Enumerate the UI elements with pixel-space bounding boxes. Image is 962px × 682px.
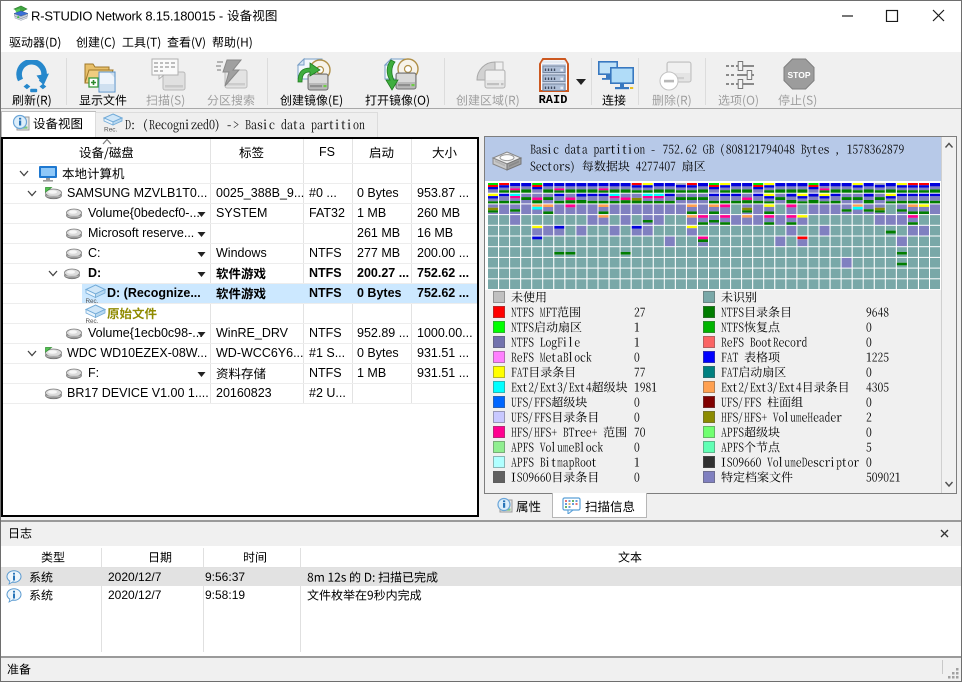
svg-text:Rec.: Rec. xyxy=(104,127,118,133)
svg-text:STOP: STOP xyxy=(788,70,811,80)
svg-text:Rec.: Rec. xyxy=(86,298,99,303)
svg-text:Rec.: Rec. xyxy=(86,318,99,323)
